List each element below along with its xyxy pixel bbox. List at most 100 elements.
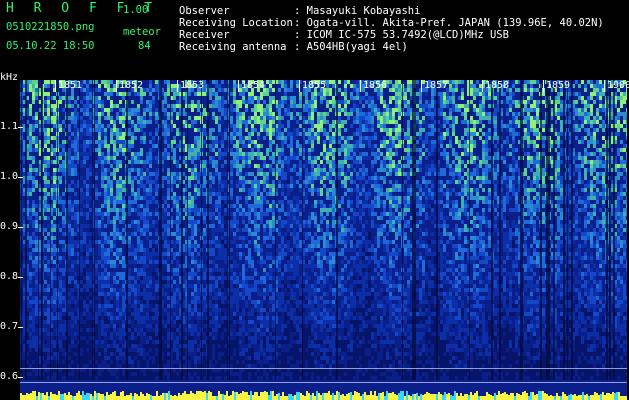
spectro-cell: [218, 212, 221, 216]
spectro-cell: [62, 340, 65, 344]
spectro-cell: [173, 108, 176, 112]
spectro-cell: [152, 308, 155, 312]
spectro-cell: [287, 260, 290, 264]
spectro-cell: [197, 152, 200, 156]
spectro-cell: [233, 236, 236, 240]
spectro-cell: [278, 288, 281, 292]
spectro-cell: [167, 312, 170, 316]
spectro-cell: [47, 308, 50, 312]
spectro-cell: [116, 292, 119, 296]
spectro-cell: [320, 252, 323, 256]
spectro-cell: [47, 96, 50, 100]
spectro-cell: [215, 296, 218, 300]
spectro-cell: [53, 344, 56, 348]
spectro-cell: [173, 204, 176, 208]
spectro-cell: [215, 204, 218, 208]
spectro-cell: [260, 216, 263, 220]
spectro-cell: [224, 348, 227, 352]
spectro-cell: [122, 332, 125, 336]
spectro-cell: [110, 256, 113, 260]
spectro-cell: [29, 192, 32, 196]
spectro-cell: [35, 360, 38, 364]
spectro-cell: [320, 124, 323, 128]
spectro-cell: [212, 320, 215, 324]
spectro-cell: [311, 100, 314, 104]
spectro-cell: [122, 236, 125, 240]
spectro-cell: [188, 264, 191, 268]
spectro-cell: [59, 212, 62, 216]
spectro-cell: [215, 144, 218, 148]
spectro-cell: [242, 268, 245, 272]
spectro-cell: [224, 180, 227, 184]
spectro-cell: [191, 160, 194, 164]
spectro-cell: [128, 224, 131, 228]
spectro-cell: [269, 100, 272, 104]
spectro-cell: [122, 344, 125, 348]
spectro-cell: [305, 260, 308, 264]
spectro-cell: [296, 324, 299, 328]
spectro-cell: [269, 124, 272, 128]
spectro-cell: [263, 320, 266, 324]
spectro-cell: [290, 292, 293, 296]
spectro-cell: [299, 364, 302, 368]
spectro-cell: [176, 288, 179, 292]
spectro-cell: [110, 248, 113, 252]
spectro-cell: [176, 332, 179, 336]
spectro-cell: [59, 324, 62, 328]
spectro-cell: [47, 304, 50, 308]
spectro-cell: [272, 256, 275, 260]
spectro-cell: [35, 352, 38, 356]
spectro-cell: [239, 296, 242, 300]
spectro-cell: [173, 280, 176, 284]
spectro-cell: [101, 288, 104, 292]
spectro-cell: [221, 180, 224, 184]
spectro-cell: [80, 268, 83, 272]
spectro-cell: [80, 120, 83, 124]
spectro-cell: [245, 352, 248, 356]
spectro-cell: [248, 240, 251, 244]
spectro-cell: [116, 232, 119, 236]
spectro-cell: [230, 360, 233, 364]
spectro-cell: [188, 224, 191, 228]
spectro-cell: [254, 340, 257, 344]
spectro-cell: [221, 328, 224, 332]
spectro-cell: [263, 116, 266, 120]
spectro-cell: [29, 104, 32, 108]
spectro-cell: [224, 224, 227, 228]
spectro-cell: [155, 200, 158, 204]
spectro-cell: [164, 176, 167, 180]
spectro-cell: [143, 112, 146, 116]
spectro-cell: [251, 288, 254, 292]
spectro-cell: [218, 284, 221, 288]
spectro-cell: [284, 296, 287, 300]
spectro-cell: [251, 300, 254, 304]
spectro-cell: [107, 324, 110, 328]
spectro-cell: [155, 116, 158, 120]
spectro-cell: [89, 172, 92, 176]
spectro-cell: [86, 336, 89, 340]
spectro-cell: [137, 104, 140, 108]
spectro-cell: [113, 172, 116, 176]
spectro-cell: [116, 252, 119, 256]
spectro-cell: [107, 216, 110, 220]
spectro-cell: [212, 376, 215, 380]
spectro-cell: [248, 352, 251, 356]
spectro-cell: [266, 276, 269, 280]
spectro-cell: [68, 256, 71, 260]
spectro-cell: [113, 200, 116, 204]
spectro-cell: [110, 200, 113, 204]
spectro-cell: [233, 136, 236, 140]
spectro-cell: [293, 284, 296, 288]
spectro-cell: [143, 280, 146, 284]
spectro-cell: [101, 252, 104, 256]
spectro-cell: [59, 304, 62, 308]
spectro-cell: [176, 336, 179, 340]
filename: 0510221850.png: [6, 21, 95, 33]
spectro-cell: [245, 136, 248, 140]
spectro-cell: [221, 256, 224, 260]
spectro-cell: [119, 256, 122, 260]
spectro-cell: [44, 208, 47, 212]
spectro-cell: [119, 136, 122, 140]
spectro-cell: [311, 308, 314, 312]
spectro-cell: [248, 288, 251, 292]
